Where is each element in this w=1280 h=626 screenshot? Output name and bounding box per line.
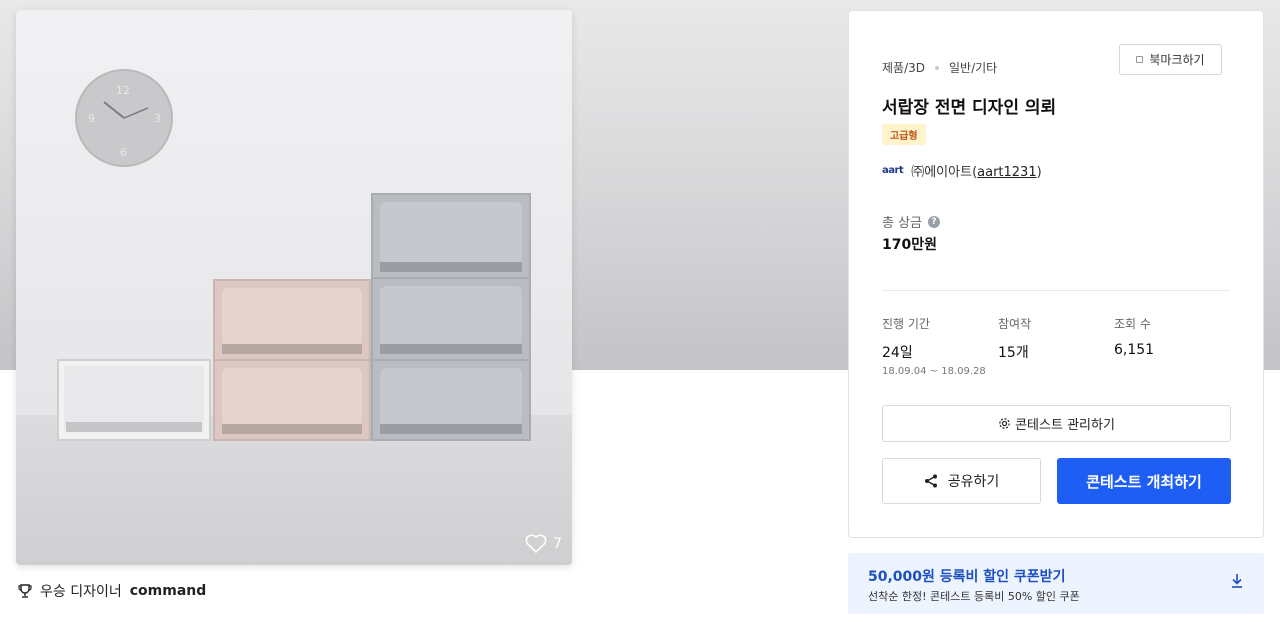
trophy-icon bbox=[18, 584, 32, 598]
like-count: 7 bbox=[553, 535, 562, 552]
period-value: 24일 bbox=[882, 345, 913, 361]
stat-entries: 참여작 15개 bbox=[998, 315, 1031, 362]
coupon-banner[interactable]: 50,000원 등록비 할인 쿠폰받기 선착순 한정! 콘테스트 등록비 50%… bbox=[848, 553, 1264, 614]
like-button[interactable]: 7 bbox=[525, 534, 562, 553]
tier-badge: 고급형 bbox=[882, 124, 926, 145]
host-id-link[interactable]: aart1231 bbox=[977, 165, 1036, 180]
period-label: 진행 기간 bbox=[882, 317, 930, 331]
stat-views: 조회 수 6,151 bbox=[1114, 315, 1154, 358]
manage-contest-label: 콘테스트 관리하기 bbox=[1015, 418, 1115, 433]
separator-dot bbox=[935, 65, 939, 70]
views-value: 6,151 bbox=[1114, 342, 1155, 358]
category-secondary[interactable]: 일반/기타 bbox=[949, 59, 997, 76]
manage-contest-button[interactable]: 콘테스트 관리하기 bbox=[882, 405, 1231, 442]
divider bbox=[882, 290, 1230, 291]
svg-text:6: 6 bbox=[120, 146, 127, 159]
prize-value: 170만원 bbox=[882, 237, 937, 253]
award-designer-name[interactable]: command bbox=[130, 583, 207, 599]
svg-text:9: 9 bbox=[88, 112, 95, 125]
share-label: 공유하기 bbox=[947, 474, 1000, 490]
host-contest-button[interactable]: 콘테스트 개최하기 bbox=[1057, 458, 1231, 504]
svg-text:3: 3 bbox=[154, 112, 161, 125]
bookmark-icon bbox=[1136, 56, 1144, 63]
period-dates: 18.09.04 ~ 18.09.28 bbox=[882, 366, 986, 377]
share-button[interactable]: 공유하기 bbox=[882, 458, 1041, 504]
host-logo: aart bbox=[882, 165, 904, 176]
bookmark-button[interactable]: 북마크하기 bbox=[1119, 44, 1222, 75]
winner-designer: 우승 디자이너 command bbox=[18, 581, 206, 601]
gear-icon bbox=[999, 418, 1010, 429]
entries-value: 15개 bbox=[998, 345, 1029, 361]
svg-text:12: 12 bbox=[116, 84, 130, 97]
download-icon[interactable] bbox=[1230, 573, 1244, 589]
coupon-title: 50,000원 등록비 할인 쿠폰받기 bbox=[868, 569, 1066, 585]
stat-period: 진행 기간 24일 18.09.04 ~ 18.09.28 bbox=[882, 315, 986, 377]
coupon-subtitle: 선착순 한정! 콘테스트 등록비 50% 할인 쿠폰 bbox=[868, 590, 1080, 603]
bookmark-label: 북마크하기 bbox=[1149, 53, 1205, 67]
dresser-render-illustration: 12 9 3 6 bbox=[16, 10, 572, 565]
share-icon bbox=[924, 474, 937, 488]
views-label: 조회 수 bbox=[1114, 317, 1151, 331]
entries-label: 참여작 bbox=[998, 317, 1032, 331]
contest-info-panel: 제품/3D 일반/기타 북마크하기 서랍장 전면 디자인 의뢰 고급형 aart… bbox=[848, 10, 1264, 538]
heart-icon bbox=[525, 534, 547, 553]
category-breadcrumb: 제품/3D 일반/기타 bbox=[882, 59, 997, 76]
category-primary[interactable]: 제품/3D bbox=[882, 59, 925, 76]
prize-label: 총 상금 bbox=[882, 216, 923, 231]
award-prefix: 우승 디자이너 bbox=[40, 584, 122, 600]
contest-title: 서랍장 전면 디자인 의뢰 bbox=[882, 98, 1057, 118]
host-info: aart ㈜에이아트(aart1231) bbox=[882, 165, 1042, 180]
help-icon[interactable]: ? bbox=[928, 215, 941, 228]
prize-label-row: 총 상금 ? bbox=[882, 212, 941, 231]
host-name: ㈜에이아트 bbox=[911, 165, 973, 180]
contest-main-image[interactable]: 12 9 3 6 7 bbox=[16, 10, 572, 565]
